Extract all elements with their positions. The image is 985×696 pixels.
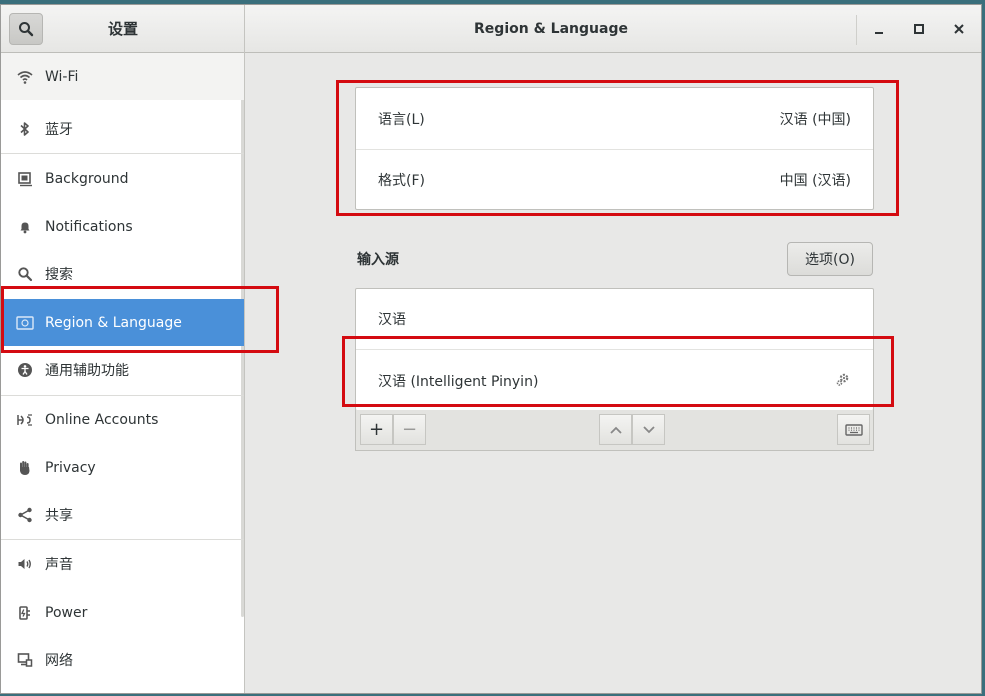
remove-input-source-button[interactable]: − — [393, 414, 426, 445]
sidebar-item-bluetooth[interactable]: 蓝牙 — [1, 105, 244, 152]
sidebar-item-label: 声音 — [45, 556, 73, 573]
sidebar-item-label: Power — [45, 604, 88, 621]
remove-icon: − — [401, 419, 418, 440]
sidebar-item-label: Online Accounts — [45, 411, 159, 428]
highlight-box-input-source — [342, 336, 894, 407]
speaker-icon — [1, 540, 45, 587]
settings-window: 设置 Region & Language Wi-Fi 蓝牙 Background… — [0, 4, 982, 694]
background-icon — [1, 155, 45, 202]
sidebar-item-label: 通用辅助功能 — [45, 362, 129, 379]
close-icon — [954, 24, 964, 34]
input-sources-heading: 输入源 — [357, 252, 399, 268]
keyboard-icon — [844, 423, 863, 436]
move-down-icon — [642, 425, 655, 433]
sidebar-item-background[interactable]: Background — [1, 155, 244, 202]
page-title: Region & Language — [474, 21, 628, 37]
move-down-button[interactable] — [632, 414, 665, 445]
online-accounts-icon — [1, 396, 45, 443]
sidebar-item-label: 蓝牙 — [45, 121, 73, 138]
search-button[interactable] — [9, 13, 43, 45]
sidebar-item-label: Notifications — [45, 218, 133, 235]
header-divider — [856, 15, 857, 45]
sidebar-item-notifications[interactable]: Notifications — [1, 203, 244, 250]
bluetooth-icon — [1, 105, 45, 152]
sidebar-divider — [1, 153, 244, 154]
sidebar-header: 设置 — [1, 5, 245, 53]
sidebar-item-label: 搜索 — [45, 266, 73, 283]
maximize-button[interactable] — [907, 17, 931, 41]
header-bar: 设置 Region & Language — [1, 5, 981, 53]
sidebar-item-sound[interactable]: 声音 — [1, 540, 244, 587]
bell-icon — [1, 203, 45, 250]
highlight-box-locale — [336, 80, 899, 216]
accessibility-icon — [1, 346, 45, 393]
sidebar-item-sharing[interactable]: 共享 — [1, 491, 244, 538]
sidebar-item-power[interactable]: Power — [1, 589, 244, 636]
sidebar-item-label: 网络 — [45, 652, 73, 669]
sidebar-item-label: 共享 — [45, 507, 73, 524]
highlight-box-sidebar — [1, 286, 279, 353]
maximize-icon — [914, 24, 924, 34]
keyboard-layout-button[interactable] — [837, 414, 870, 445]
sidebar-item-label: Background — [45, 170, 129, 187]
minimize-button[interactable] — [867, 17, 891, 41]
sidebar-item-label: Wi-Fi — [45, 68, 79, 85]
sidebar: Wi-Fi 蓝牙 Background Notifications 搜索 Reg… — [1, 53, 245, 693]
close-button[interactable] — [947, 17, 971, 41]
options-button[interactable]: 选项(O) — [787, 242, 873, 276]
settings-title: 设置 — [107, 20, 138, 38]
sidebar-item-accessibility[interactable]: 通用辅助功能 — [1, 346, 244, 393]
sidebar-item-network[interactable]: 网络 — [1, 636, 244, 683]
input-source-label: 汉语 — [378, 312, 406, 328]
power-plug-icon — [1, 589, 45, 636]
add-input-source-button[interactable]: + — [360, 414, 393, 445]
sidebar-item-wifi[interactable]: Wi-Fi — [1, 53, 244, 100]
share-icon — [1, 491, 45, 538]
sidebar-item-privacy[interactable]: Privacy — [1, 444, 244, 491]
sidebar-item-label: Privacy — [45, 459, 96, 476]
minimize-icon — [875, 32, 883, 34]
network-icon — [1, 636, 45, 683]
input-sources-toolbar: + − — [355, 410, 874, 451]
move-up-button[interactable] — [599, 414, 632, 445]
sidebar-item-online-accounts[interactable]: Online Accounts — [1, 396, 244, 443]
move-up-icon — [609, 426, 622, 434]
wifi-icon — [1, 53, 45, 100]
search-icon — [19, 22, 34, 37]
privacy-hand-icon — [1, 444, 45, 491]
add-icon: + — [368, 419, 385, 440]
